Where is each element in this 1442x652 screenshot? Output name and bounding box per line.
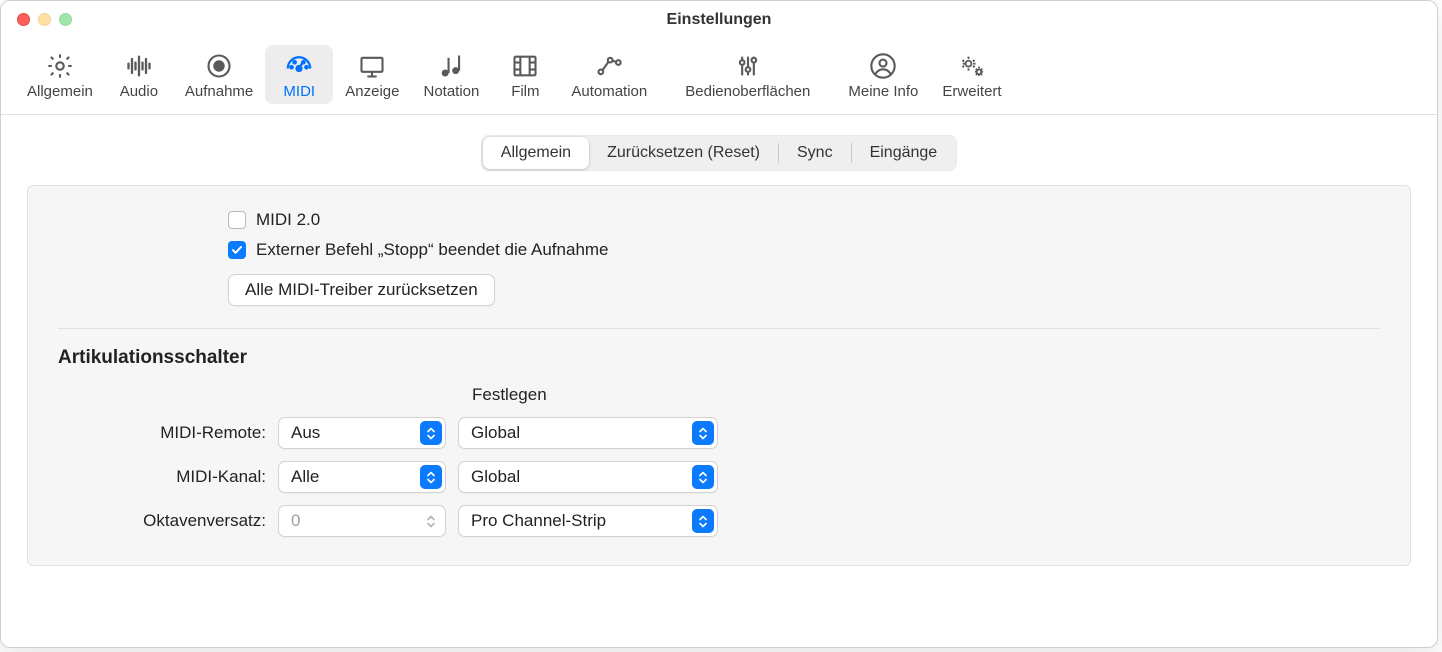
- checkbox-label: MIDI 2.0: [256, 210, 320, 230]
- close-window-button[interactable]: [17, 13, 30, 26]
- select-value: Global: [471, 423, 520, 443]
- checkbox-external-stop[interactable]: Externer Befehl „Stopp“ beendet die Aufn…: [228, 240, 1380, 260]
- select-value: Pro Channel-Strip: [471, 511, 606, 531]
- checkbox-midi20[interactable]: MIDI 2.0: [228, 210, 1380, 230]
- toolbar-item-label: Meine Info: [848, 83, 918, 100]
- zoom-window-button[interactable]: [59, 13, 72, 26]
- gears-icon: [955, 51, 989, 81]
- toolbar-item-display[interactable]: Anzeige: [333, 45, 411, 104]
- toolbar-item-label: Anzeige: [345, 83, 399, 100]
- toolbar-item-advanced[interactable]: Erweitert: [930, 45, 1013, 104]
- subtab-bar: Allgemein Zurücksetzen (Reset) Sync Eing…: [27, 135, 1411, 171]
- select-octave-define[interactable]: Pro Channel-Strip: [458, 505, 718, 537]
- checkbox-icon: [228, 241, 246, 259]
- chevron-updown-icon: [692, 465, 714, 489]
- music-notes-icon: [434, 51, 468, 81]
- checkbox-label: Externer Befehl „Stopp“ beendet die Aufn…: [256, 240, 609, 260]
- reset-midi-drivers-button[interactable]: Alle MIDI-Treiber zurücksetzen: [228, 274, 495, 306]
- general-options: MIDI 2.0 Externer Befehl „Stopp“ beendet…: [58, 210, 1380, 306]
- chevron-updown-icon: [420, 509, 442, 533]
- toolbar-item-label: Aufnahme: [185, 83, 253, 100]
- toolbar-item-audio[interactable]: Audio: [105, 45, 173, 104]
- select-midi-channel-define[interactable]: Global: [458, 461, 718, 493]
- chevron-updown-icon: [420, 421, 442, 445]
- select-value: Alle: [291, 467, 319, 487]
- subtab-sync[interactable]: Sync: [779, 137, 851, 169]
- toolbar-item-midi[interactable]: MIDI: [265, 45, 333, 104]
- select-midi-remote-define[interactable]: Global: [458, 417, 718, 449]
- record-icon: [202, 51, 236, 81]
- preferences-window: Einstellungen Allgemein Audio Aufnahme: [0, 0, 1438, 648]
- select-value: Global: [471, 467, 520, 487]
- person-circle-icon: [866, 51, 900, 81]
- divider: [58, 328, 1380, 329]
- select-value: Aus: [291, 423, 320, 443]
- settings-panel: MIDI 2.0 Externer Befehl „Stopp“ beendet…: [27, 185, 1411, 566]
- window-title: Einstellungen: [1, 11, 1437, 29]
- toolbar-item-label: Bedienoberflächen: [685, 83, 810, 100]
- checkbox-icon: [228, 211, 246, 229]
- traffic-lights: [17, 13, 72, 26]
- toolbar-item-label: Audio: [120, 83, 158, 100]
- chevron-updown-icon: [692, 509, 714, 533]
- articulation-grid: Festlegen MIDI-Remote: Aus Global MIDI-K…: [58, 385, 1380, 537]
- row-label-midi-channel: MIDI-Kanal:: [58, 467, 266, 487]
- toolbar-item-automation[interactable]: Automation: [559, 45, 659, 104]
- gauge-icon: [282, 51, 316, 81]
- toolbar-item-notation[interactable]: Notation: [411, 45, 491, 104]
- select-midi-channel[interactable]: Alle: [278, 461, 446, 493]
- automation-icon: [592, 51, 626, 81]
- toolbar-item-general[interactable]: Allgemein: [15, 45, 105, 104]
- column-header-define: Festlegen: [458, 385, 718, 405]
- select-midi-remote[interactable]: Aus: [278, 417, 446, 449]
- minimize-window-button[interactable]: [38, 13, 51, 26]
- chevron-updown-icon: [420, 465, 442, 489]
- toolbar-item-film[interactable]: Film: [491, 45, 559, 104]
- subtab-segmented-control: Allgemein Zurücksetzen (Reset) Sync Eing…: [481, 135, 957, 171]
- chevron-updown-icon: [692, 421, 714, 445]
- toolbar-item-label: Notation: [423, 83, 479, 100]
- gear-icon: [43, 51, 77, 81]
- waveform-icon: [122, 51, 156, 81]
- toolbar-item-label: MIDI: [283, 83, 315, 100]
- toolbar-item-label: Allgemein: [27, 83, 93, 100]
- content-area: Allgemein Zurücksetzen (Reset) Sync Eing…: [1, 115, 1437, 588]
- toolbar-item-label: Erweitert: [942, 83, 1001, 100]
- subtab-general[interactable]: Allgemein: [483, 137, 589, 169]
- toolbar-item-control-surfaces[interactable]: Bedienoberflächen: [673, 45, 822, 104]
- titlebar: Einstellungen: [1, 1, 1437, 39]
- toolbar-item-record[interactable]: Aufnahme: [173, 45, 265, 104]
- subtab-reset[interactable]: Zurücksetzen (Reset): [589, 137, 778, 169]
- film-icon: [508, 51, 542, 81]
- subtab-inputs[interactable]: Eingänge: [852, 137, 956, 169]
- select-value: 0: [291, 511, 300, 531]
- toolbar-item-label: Film: [511, 83, 539, 100]
- row-label-midi-remote: MIDI-Remote:: [58, 423, 266, 443]
- row-label-octave-offset: Oktavenversatz:: [58, 511, 266, 531]
- toolbar: Allgemein Audio Aufnahme MIDI: [1, 39, 1437, 115]
- section-title: Artikulationsschalter: [58, 347, 1380, 369]
- toolbar-item-my-info[interactable]: Meine Info: [836, 45, 930, 104]
- sliders-icon: [731, 51, 765, 81]
- stepper-octave-offset[interactable]: 0: [278, 505, 446, 537]
- display-icon: [355, 51, 389, 81]
- toolbar-item-label: Automation: [571, 83, 647, 100]
